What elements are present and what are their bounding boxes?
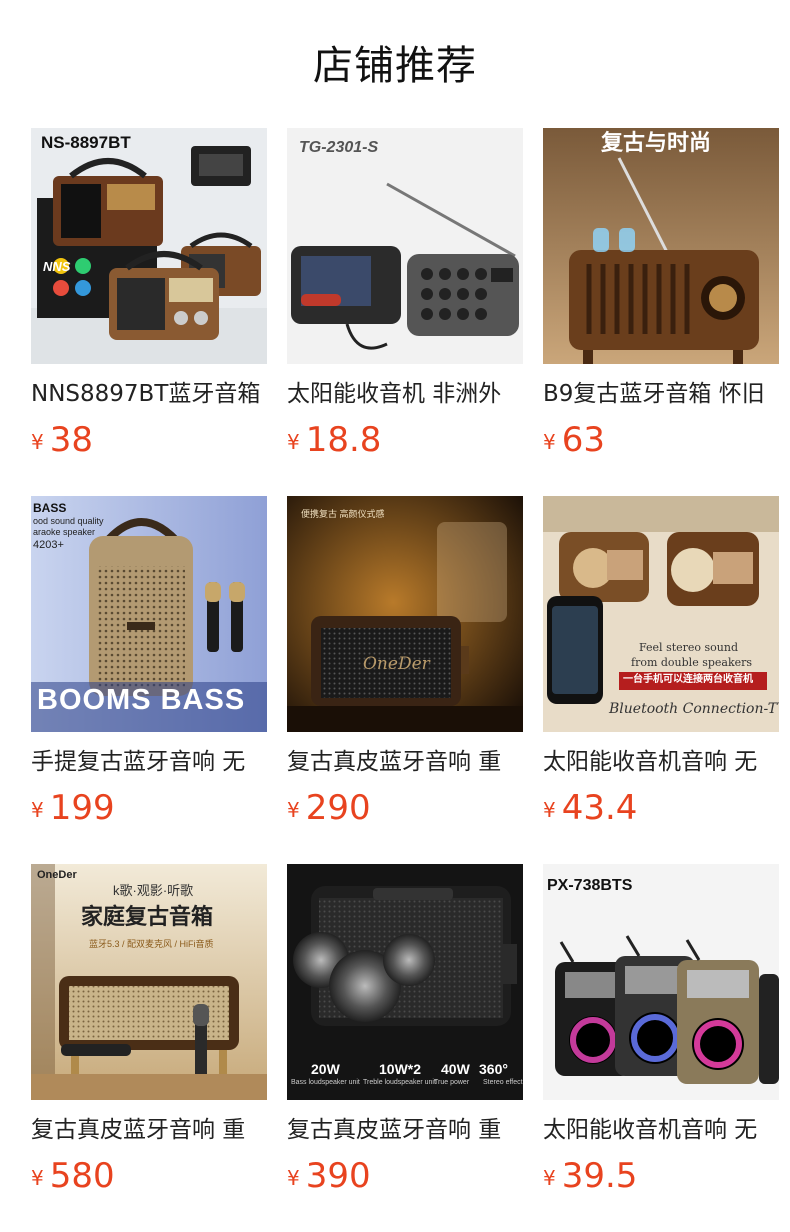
currency-symbol: ¥	[543, 798, 556, 822]
brand-label: BASS	[33, 501, 67, 515]
spec-value: 360°	[479, 1061, 508, 1077]
product-image[interactable]: BASS ood sound quality araoke speaker 42…	[31, 496, 267, 732]
product-image[interactable]: OneDer k歌·观影·听歌 家庭复古音箱 蓝牙5.3 / 配双麦克风 / H…	[31, 864, 267, 1100]
product-image[interactable]: Feel stereo sound from double speakers 一…	[543, 496, 779, 732]
product-name[interactable]: 复古真皮蓝牙音响 重	[287, 746, 523, 778]
product-image[interactable]: 20W Bass loudspeaker unit 10W*2 Treble l…	[287, 864, 523, 1100]
spec-value: 20W	[311, 1061, 340, 1077]
feature-text: araoke speaker	[33, 527, 96, 537]
product-card[interactable]: TG-2301-S 太阳能收音机 非洲外 ¥18.8	[287, 128, 523, 462]
product-price: ¥63	[543, 418, 779, 462]
product-card[interactable]: 便携复古 高颜仪式感 OneDer 复古真皮蓝牙音响 重 ¥290	[287, 496, 523, 830]
slogan-text: k歌·观影·听歌	[113, 883, 194, 898]
spec-caption: Stereo effect	[483, 1079, 523, 1086]
feature-text: ood sound quality	[33, 516, 104, 526]
product-card[interactable]: Feel stereo sound from double speakers 一…	[543, 496, 779, 830]
brand-logo-text: OneDer	[363, 654, 430, 674]
headline-text: 家庭复古音箱	[81, 904, 214, 929]
currency-symbol: ¥	[543, 430, 556, 454]
price-amount: 38	[49, 420, 93, 460]
price-amount: 43.4	[561, 788, 638, 828]
model-label: PX-738BTS	[547, 877, 633, 894]
currency-symbol: ¥	[543, 1166, 556, 1190]
product-price: ¥43.4	[543, 786, 779, 830]
model-label: 4203+	[33, 539, 64, 551]
spec-caption: Bass loudspeaker unit	[291, 1079, 360, 1086]
price-amount: 290	[305, 788, 371, 828]
spec-value: 10W*2	[379, 1061, 422, 1077]
currency-symbol: ¥	[31, 798, 44, 822]
slogan-text: 复古与时尚	[601, 130, 712, 156]
currency-symbol: ¥	[287, 1166, 300, 1190]
radio-photo	[543, 864, 779, 1100]
brand-logo-text: OneDer	[37, 869, 77, 881]
radio-photo	[31, 128, 267, 364]
product-price: ¥38	[31, 418, 267, 462]
spec-value: 40W	[441, 1061, 470, 1077]
product-card[interactable]: 复古与时尚 B9复古蓝牙音箱 怀旧 ¥63	[543, 128, 779, 462]
banner-text: BOOMS BASS	[37, 684, 246, 716]
page-title: 店铺推荐	[313, 43, 477, 89]
product-card[interactable]: 20W Bass loudspeaker unit 10W*2 Treble l…	[287, 864, 523, 1198]
speaker-photo	[287, 496, 523, 732]
model-label: TG-2301-S	[299, 139, 379, 156]
slogan-text: 便携复古 高颜仪式感	[301, 509, 385, 519]
product-image[interactable]: 便携复古 高颜仪式感 OneDer	[287, 496, 523, 732]
product-price: ¥18.8	[287, 418, 523, 462]
red-banner-text: 一台手机可以连接两台收音机	[623, 674, 753, 685]
product-card[interactable]: PX-738BTS 太阳能收音机音响 无 ¥39.5	[543, 864, 779, 1198]
price-amount: 580	[49, 1156, 115, 1196]
product-price: ¥390	[287, 1154, 523, 1198]
product-name[interactable]: 太阳能收音机音响 无	[543, 746, 779, 778]
product-card[interactable]: OneDer k歌·观影·听歌 家庭复古音箱 蓝牙5.3 / 配双麦克风 / H…	[31, 864, 267, 1198]
currency-symbol: ¥	[31, 1166, 44, 1190]
caption-text: from double speakers	[631, 656, 753, 669]
currency-symbol: ¥	[31, 430, 44, 454]
product-name[interactable]: 复古真皮蓝牙音响 重	[31, 1114, 267, 1146]
radio-photo	[543, 496, 779, 732]
currency-symbol: ¥	[287, 798, 300, 822]
product-image[interactable]: TG-2301-S	[287, 128, 523, 364]
spec-caption: True power	[434, 1079, 470, 1086]
product-name[interactable]: 太阳能收音机 非洲外	[287, 378, 523, 410]
model-label: NS-8897BT	[41, 133, 131, 152]
price-amount: 63	[561, 420, 605, 460]
feature-text: 蓝牙5.3 / 配双麦克风 / HiFi音质	[89, 939, 214, 949]
product-image[interactable]: 复古与时尚	[543, 128, 779, 364]
product-name[interactable]: NNS8897BT蓝牙音箱	[31, 378, 267, 410]
product-name[interactable]: 太阳能收音机音响 无	[543, 1114, 779, 1146]
product-price: ¥290	[287, 786, 523, 830]
price-amount: 39.5	[561, 1156, 638, 1196]
product-name[interactable]: 复古真皮蓝牙音响 重	[287, 1114, 523, 1146]
product-name[interactable]: B9复古蓝牙音箱 怀旧	[543, 378, 779, 410]
price-amount: 390	[305, 1156, 371, 1196]
price-amount: 18.8	[305, 420, 382, 460]
product-price: ¥39.5	[543, 1154, 779, 1198]
product-image[interactable]: NS-8897BT NNS	[31, 128, 267, 364]
product-price: ¥199	[31, 786, 267, 830]
product-image[interactable]: PX-738BTS	[543, 864, 779, 1100]
product-card[interactable]: BASS ood sound quality araoke speaker 42…	[31, 496, 267, 830]
product-name[interactable]: 手提复古蓝牙音响 无	[31, 746, 267, 778]
brand-logo-text: NNS	[43, 259, 71, 274]
caption-text: Bluetooth Connection-TWS	[609, 701, 779, 717]
product-card[interactable]: NS-8897BT NNS NNS8897BT蓝牙音箱 ¥38	[31, 128, 267, 462]
caption-text: Feel stereo sound	[639, 641, 739, 654]
radio-photo	[543, 128, 779, 364]
radio-photo	[287, 128, 523, 364]
currency-symbol: ¥	[287, 430, 300, 454]
price-amount: 199	[49, 788, 115, 828]
spec-caption: Treble loudspeaker unit	[363, 1079, 436, 1086]
speaker-photo	[31, 864, 267, 1100]
product-price: ¥580	[31, 1154, 267, 1198]
